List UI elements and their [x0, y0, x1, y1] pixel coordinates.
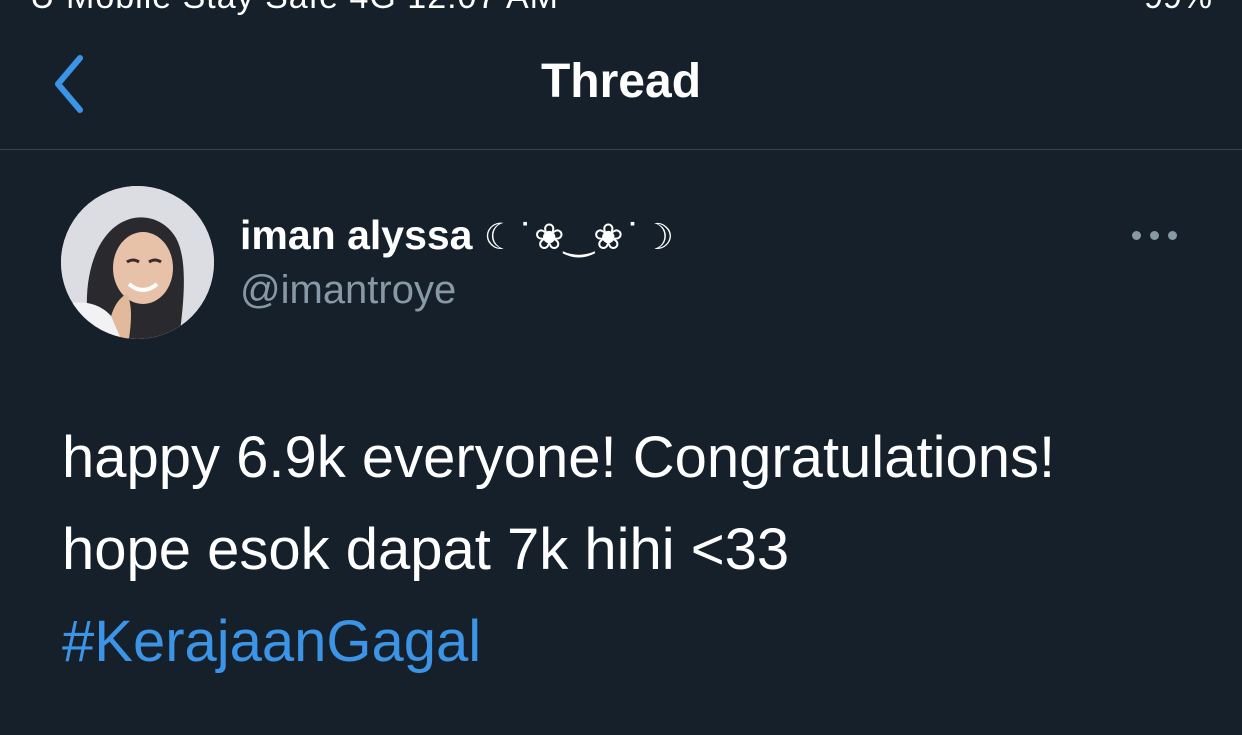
carrier-label: U Mobile Stay Safe — [30, 0, 339, 16]
more-options-button[interactable] — [1128, 222, 1182, 248]
display-name-decoration: ☾˙❀‿❀˙☽ — [483, 217, 674, 258]
page-title: Thread — [540, 55, 702, 108]
display-name-text: iman alyssa — [240, 212, 473, 258]
more-horizontal-icon — [1150, 231, 1159, 240]
tweet: iman alyssa ☾˙❀‿❀˙☽ @imantroye happy 6.9… — [0, 150, 1242, 735]
battery-label: 99% — [1144, 0, 1212, 16]
network-label: 4G — [349, 0, 396, 16]
user-handle[interactable]: @imantroye — [240, 268, 456, 313]
status-bar: U Mobile Stay Safe 4G 12:07 AM 99% — [0, 0, 1242, 18]
status-carrier: U Mobile Stay Safe 4G 12:07 AM — [30, 0, 559, 17]
tweet-line: hope esok dapat 7k hihi <33 — [62, 517, 790, 582]
avatar-photo — [61, 186, 214, 339]
display-name[interactable]: iman alyssa ☾˙❀‿❀˙☽ — [240, 212, 674, 259]
tweet-body: happy 6.9k everyone! Congratulations! ho… — [62, 412, 1202, 688]
navigation-bar: Thread — [0, 18, 1242, 150]
more-horizontal-icon — [1132, 231, 1141, 240]
avatar[interactable] — [61, 186, 214, 339]
tweet-line: happy 6.9k everyone! Congratulations! — [62, 425, 1056, 490]
status-battery: 99% — [1144, 0, 1212, 17]
time-label: 12:07 AM — [407, 0, 559, 16]
hashtag-link[interactable]: #KerajaanGagal — [62, 596, 1202, 688]
more-horizontal-icon — [1168, 231, 1177, 240]
